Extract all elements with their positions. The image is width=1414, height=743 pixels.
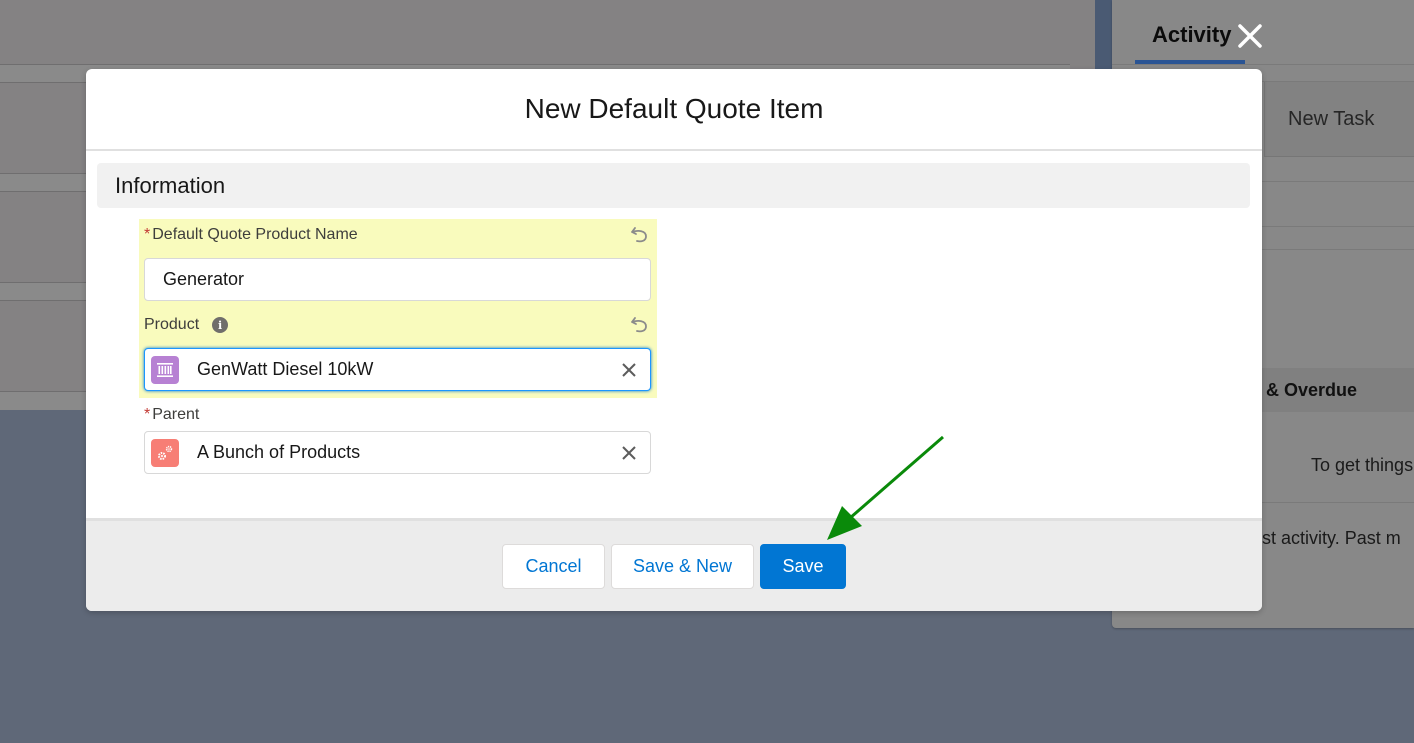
field-default-quote-product-name: * Default Quote Product Name Generator: [144, 224, 651, 301]
tab-activity[interactable]: Activity: [1152, 22, 1231, 48]
section-information[interactable]: Information: [97, 163, 1250, 208]
cancel-button[interactable]: Cancel: [502, 543, 605, 589]
overdue-label: & Overdue: [1266, 380, 1358, 400]
required-indicator: *: [144, 406, 151, 423]
product-name-input[interactable]: Generator: [144, 258, 651, 301]
lookup-value: A Bunch of Products: [197, 442, 361, 462]
modal-header: New Default Quote Item: [86, 69, 1262, 151]
field-label: * Parent: [144, 404, 651, 426]
new-task-button[interactable]: New Task: [1264, 82, 1414, 157]
undo-icon[interactable]: [629, 224, 651, 246]
label-text: Parent: [152, 406, 200, 423]
save-button[interactable]: Save: [760, 543, 846, 589]
clear-selection-icon[interactable]: [619, 443, 639, 463]
clear-selection-icon[interactable]: [619, 360, 639, 380]
label-text: Default Quote Product Name: [152, 226, 358, 243]
field-label: Product i: [144, 314, 651, 336]
field-parent: * Parent A Bunch of Products: [144, 404, 651, 474]
close-icon[interactable]: [1234, 20, 1266, 52]
empty-state-text: To get things: [1311, 455, 1414, 475]
gears-icon: [151, 438, 179, 467]
undo-icon[interactable]: [629, 314, 651, 336]
past-activity-text: past activity. Past m: [1242, 528, 1401, 548]
section-title: Information: [115, 173, 226, 198]
product-lookup-input[interactable]: GenWatt Diesel 10kW: [144, 348, 651, 391]
product-icon: [151, 355, 179, 384]
lookup-value: GenWatt Diesel 10kW: [197, 359, 374, 379]
modal-title: New Default Quote Item: [524, 93, 824, 124]
field-label: * Default Quote Product Name: [144, 224, 651, 246]
input-value: Generator: [163, 269, 245, 289]
label-text: Product: [144, 316, 200, 333]
panel-divider: [1095, 0, 1112, 70]
field-product: Product i GenWatt Diesel 10kW: [144, 314, 651, 391]
required-indicator: *: [144, 226, 151, 243]
save-and-new-button[interactable]: Save & New: [611, 543, 754, 589]
divider: [1112, 64, 1414, 65]
modal-footer: Cancel Save & New Save: [86, 518, 1262, 611]
info-icon[interactable]: i: [212, 317, 229, 333]
parent-lookup-input[interactable]: A Bunch of Products: [144, 431, 651, 474]
new-default-quote-item-modal: New Default Quote Item Information * Def…: [86, 69, 1262, 611]
